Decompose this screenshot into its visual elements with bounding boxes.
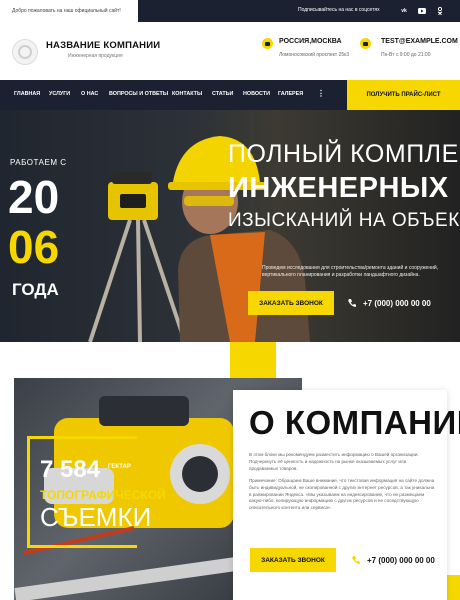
nav-item-gallery[interactable]: ГАЛЕРЕЯ xyxy=(278,91,303,97)
stat-unit: ГЕКТАР xyxy=(108,464,131,470)
stat-label-line-2: СЪЕМКИ xyxy=(40,502,152,532)
hero-description: Проведем исследования для строительства/… xyxy=(262,265,439,278)
youtube-icon[interactable] xyxy=(416,5,428,17)
odnoklassniki-icon[interactable] xyxy=(434,5,446,17)
company-subtitle: Инженерная продукция xyxy=(68,53,123,59)
company-name[interactable]: НАЗВАНИЕ КОМПАНИИ xyxy=(46,40,160,51)
hero-call-button[interactable]: ЗАКАЗАТЬ ЗВОНОК xyxy=(248,291,334,315)
address: Ломоносовский проспект 25к3 xyxy=(279,52,350,58)
logo-icon[interactable] xyxy=(12,39,38,65)
nav-item-about[interactable]: О НАС xyxy=(81,91,98,97)
welcome-text: Добро пожаловать на наш официальный сайт… xyxy=(0,0,138,22)
nav-item-faq[interactable]: ВОПРОСЫ И ОТВЕТЫ xyxy=(109,91,168,97)
location-pin-icon xyxy=(262,38,273,49)
nav-item-home[interactable]: ГЛАВНАЯ xyxy=(14,91,40,97)
since-number-1: 20 xyxy=(8,171,60,223)
nav-item-articles[interactable]: СТАТЬИ xyxy=(212,91,233,97)
about-call-button[interactable]: ЗАКАЗАТЬ ЗВОНОК xyxy=(250,548,336,572)
about-phone-icon xyxy=(351,555,361,565)
nav-item-contacts[interactable]: КОНТАКТЫ xyxy=(172,91,202,97)
about-card: О КОМПАНИИ В этом блоке мы рекомендуем р… xyxy=(233,390,460,600)
stat-number: 7 584 xyxy=(40,456,101,483)
hero-headline-line-3: ИЗЫСКАНИЙ НА ОБЪЕКТЕ xyxy=(228,210,460,231)
main-nav: ГЛАВНАЯ УСЛУГИ О НАС ВОПРОСЫ И ОТВЕТЫ КО… xyxy=(0,80,460,110)
accent-bar-top xyxy=(230,342,276,378)
nav-item-news[interactable]: НОВОСТИ xyxy=(243,91,270,97)
working-hours: Пн-Вт с 9:00 до 21:00 xyxy=(381,52,431,58)
vk-icon[interactable]: vk xyxy=(398,5,410,17)
about-paragraph-1: В этом блоке мы рекомендуем разместить и… xyxy=(249,452,419,471)
email-link[interactable]: TEST@EXAMPLE.COM xyxy=(381,38,458,45)
hero-phone[interactable]: +7 (000) 000 00 00 xyxy=(363,299,431,308)
about-paragraph-2: Примечание: Обращаем Ваше внимание, что … xyxy=(249,478,435,511)
more-menu-icon[interactable]: ⋮ xyxy=(317,89,325,98)
phone-icon xyxy=(347,298,357,308)
about-section: 7 584 ГЕКТАР ТОПОГРАФИЧЕСКОЙ СЪЕМКИ О КО… xyxy=(0,342,460,600)
hero-banner: РАБОТАЕМ С 20 06 ГОДА ПОЛНЫЙ КОМПЛЕКС ИН… xyxy=(0,110,460,342)
city: РОССИЯ,МОСКВА xyxy=(279,38,342,45)
since-number-2: 06 xyxy=(8,221,60,273)
about-title: О КОМПАНИИ xyxy=(249,404,460,441)
header: НАЗВАНИЕ КОМПАНИИ Инженерная продукция Р… xyxy=(0,22,460,80)
hero-headline-line-1: ПОЛНЫЙ КОМПЛЕКС xyxy=(228,140,460,168)
mail-icon xyxy=(360,38,371,49)
subscribe-text: Подписывайтесь на нас в соцсетях xyxy=(298,7,380,13)
top-bar: Добро пожаловать на наш официальный сайт… xyxy=(0,0,460,22)
about-phone[interactable]: +7 (000) 000 00 00 xyxy=(367,556,435,565)
nav-item-services[interactable]: УСЛУГИ xyxy=(49,91,70,97)
hero-headline-line-2: ИНЖЕНЕРНЫХ xyxy=(228,172,449,204)
price-list-button[interactable]: ПОЛУЧИТЬ ПРАЙС-ЛИСТ xyxy=(347,80,460,110)
since-label: РАБОТАЕМ С xyxy=(10,158,67,167)
since-year-label: ГОДА xyxy=(12,280,59,299)
stat-label-line-1: ТОПОГРАФИЧЕСКОЙ xyxy=(40,488,166,502)
